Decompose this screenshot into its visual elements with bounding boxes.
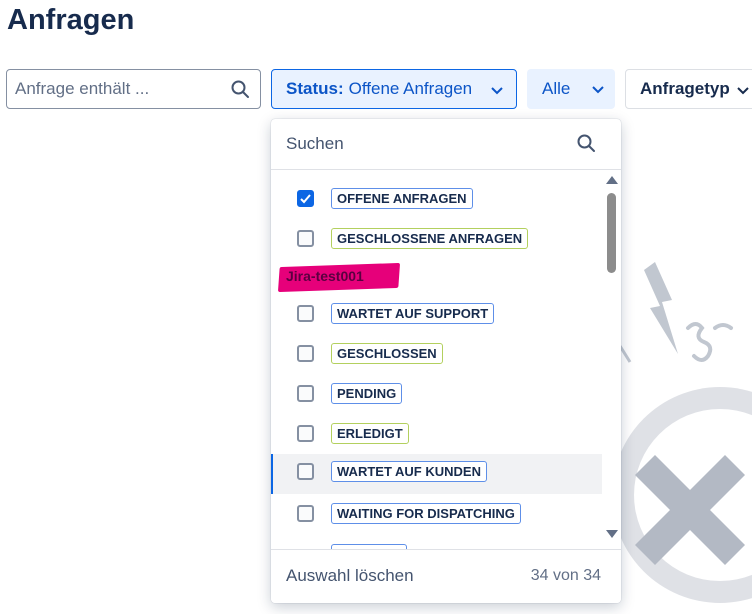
dropdown-footer: Auswahl löschen 34 von 34 — [271, 549, 621, 603]
clear-selection-button[interactable]: Auswahl löschen — [286, 566, 414, 586]
checkbox[interactable] — [297, 305, 314, 322]
request-search-input[interactable] — [7, 70, 222, 108]
status-search-input[interactable] — [271, 119, 561, 169]
request-search-field[interactable] — [6, 69, 261, 109]
status-option[interactable]: Geschlossene Anfragen — [271, 221, 602, 258]
checkbox[interactable] — [297, 463, 314, 480]
status-option[interactable]: Geschlossen — [271, 336, 602, 373]
status-option[interactable]: Waiting for dispatching — [271, 496, 602, 533]
checkbox-checked[interactable] — [297, 190, 314, 207]
project-group-label: Jira-test001 — [277, 262, 401, 293]
checkbox[interactable] — [297, 385, 314, 402]
status-lozenge: Pending — [331, 383, 403, 404]
request-type-filter-button[interactable]: Anfragetyp — [625, 69, 752, 109]
chevron-down-icon — [490, 83, 504, 103]
focus-marker — [271, 454, 273, 494]
status-option[interactable]: Erledigt — [271, 416, 602, 453]
status-lozenge: Wartet auf Kunden — [331, 461, 487, 482]
status-filter-label: Status: — [286, 79, 344, 98]
chevron-down-icon — [591, 82, 605, 102]
checkbox[interactable] — [297, 425, 314, 442]
checkbox[interactable] — [297, 345, 314, 362]
status-option[interactable]: Offene Anfragen — [271, 181, 602, 218]
request-type-filter-label: Anfragetyp — [640, 79, 730, 98]
scroll-up-arrow-icon[interactable] — [606, 176, 618, 184]
status-option[interactable]: Wartet auf Support — [271, 296, 602, 333]
scrollbar-thumb[interactable] — [607, 193, 616, 273]
checkbox[interactable] — [297, 505, 314, 522]
scroll-down-arrow-icon[interactable] — [606, 530, 618, 538]
page-title: Anfragen — [7, 4, 135, 36]
status-option-highlighted[interactable]: Wartet auf Kunden — [271, 454, 602, 494]
status-option-list: Offene Anfragen Geschlossene Anfragen Ji… — [271, 171, 602, 549]
status-lozenge: Offene Anfragen — [331, 188, 473, 209]
status-filter-button[interactable]: Status: Offene Anfragen — [271, 69, 517, 109]
search-icon[interactable] — [576, 133, 596, 153]
status-option-partial[interactable] — [271, 541, 602, 549]
status-search-field[interactable] — [271, 119, 621, 170]
status-dropdown: Offene Anfragen Geschlossene Anfragen Ji… — [271, 119, 621, 603]
status-option[interactable]: Pending — [271, 376, 602, 413]
checkbox[interactable] — [297, 230, 314, 247]
status-lozenge: Geschlossen — [331, 343, 443, 364]
selection-count: 34 von 34 — [530, 567, 601, 584]
status-lozenge: Wartet auf Support — [331, 303, 495, 324]
scope-filter-label: Alle — [542, 79, 571, 98]
chevron-down-icon — [736, 83, 750, 103]
search-icon[interactable] — [230, 79, 250, 99]
status-filter-value: Offene Anfragen — [348, 79, 473, 98]
status-lozenge: Erledigt — [331, 423, 409, 444]
dropdown-scrollbar[interactable] — [602, 171, 621, 549]
status-lozenge: Waiting for dispatching — [331, 503, 521, 524]
scope-filter-button[interactable]: Alle — [527, 69, 615, 109]
status-lozenge: Geschlossene Anfragen — [331, 228, 529, 249]
